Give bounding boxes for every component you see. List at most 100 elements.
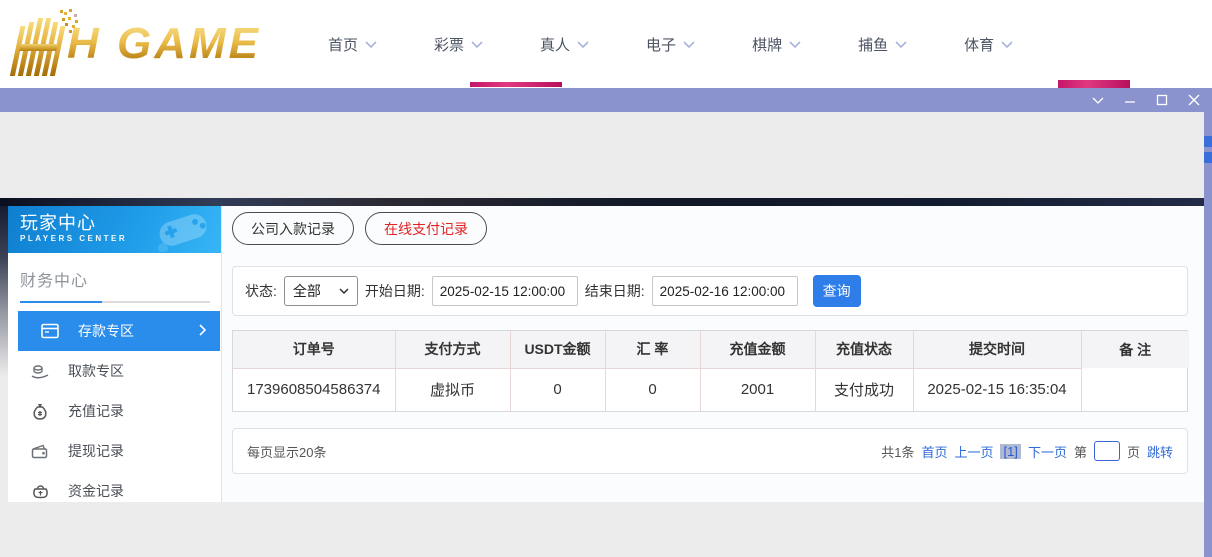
window-right-border	[1204, 112, 1212, 557]
chevron-down-icon	[1001, 40, 1013, 48]
chevron-down-icon	[339, 288, 349, 294]
obscured-page-fragment	[1204, 136, 1212, 147]
window-empty-area	[0, 502, 1212, 557]
start-date-input[interactable]	[431, 276, 578, 306]
logo-stylized-h	[9, 18, 67, 76]
records-main-panel: 公司入款记录 在线支付记录 状态: 全部 开始日期: 结束日期: 查询	[222, 206, 1204, 502]
window-maximize-icon[interactable]	[1155, 94, 1168, 107]
prev-page-link[interactable]: 上一页	[954, 442, 993, 461]
nav-item-lottery[interactable]: 彩票	[434, 34, 483, 55]
chevron-down-icon	[471, 40, 483, 48]
pagination-bar: 每页显示20条 共1条 首页 上一页 [1] 下一页 第 页 跳转	[232, 428, 1188, 474]
cell-usdt-amount: 0	[510, 368, 606, 411]
sidebar-item-withdrawal-records[interactable]: 提现记录	[8, 431, 221, 471]
content-top-dark-edge	[0, 198, 1204, 206]
jump-page-input[interactable]	[1093, 441, 1120, 461]
chevron-down-icon	[895, 40, 907, 48]
nav-item-live[interactable]: 真人	[540, 34, 589, 55]
table-header-row: 订单号 支付方式 USDT金额 汇 率 充值金额 充值状态 提交时间 备 注	[233, 331, 1189, 369]
tab-online-payment-records[interactable]: 在线支付记录	[365, 212, 487, 245]
sidebar-menu: 存款专区 取款专区 充值记录 提现记录 资金记录	[8, 311, 221, 511]
col-recharge-amount: 充值金额	[700, 331, 816, 369]
pager-controls: 共1条 首页 上一页 [1] 下一页 第 页 跳转	[881, 441, 1173, 461]
sidebar-item-label: 存款专区	[78, 323, 134, 339]
current-page-indicator: [1]	[1000, 443, 1021, 459]
left-dark-gradient-edge	[0, 206, 8, 376]
col-recharge-status: 充值状态	[815, 331, 914, 369]
status-select[interactable]: 全部	[283, 276, 358, 306]
sidebar-item-recharge-records[interactable]: 充值记录	[8, 391, 221, 431]
nav-item-sports[interactable]: 体育	[964, 34, 1013, 55]
col-submit-time: 提交时间	[913, 331, 1082, 369]
start-date-label: 开始日期:	[364, 283, 425, 299]
sidebar-item-label: 充值记录	[68, 403, 124, 419]
site-header: H GAME 首页 彩票 真人 电子 棋牌 捕鱼 体育	[0, 0, 1212, 88]
page-size-text: 每页显示20条	[247, 444, 327, 460]
window-collapse-icon[interactable]	[1091, 94, 1104, 107]
purse-icon	[30, 483, 50, 499]
sidebar-item-deposit-zone[interactable]: 存款专区	[18, 311, 220, 351]
chevron-down-icon	[789, 40, 801, 48]
status-label: 状态:	[245, 283, 277, 299]
sidebar-item-label: 取款专区	[68, 363, 124, 379]
window-titlebar	[0, 88, 1212, 112]
cell-recharge-amount: 2001	[700, 368, 816, 411]
col-order-no: 订单号	[233, 331, 396, 369]
deposit-card-icon	[40, 323, 60, 339]
tab-company-deposit-records[interactable]: 公司入款记录	[232, 212, 354, 245]
table-row: 1739608504586374 虚拟币 0 0 2001 支付成功 2025-…	[233, 368, 1189, 411]
col-remark: 备 注	[1081, 331, 1189, 368]
logo-text: H GAME	[67, 22, 267, 66]
nav-item-slots[interactable]: 电子	[646, 34, 695, 55]
obscured-promo-text-fragment	[470, 82, 562, 87]
player-center-panel: 玩家中心 PLAYERS CENTER 财务中心 存款专区 取款专区 充值记录 …	[8, 206, 1204, 502]
nav-item-cards[interactable]: 棋牌	[752, 34, 801, 55]
chevron-down-icon	[577, 40, 589, 48]
col-pay-method: 支付方式	[395, 331, 511, 369]
end-date-input[interactable]	[651, 276, 798, 306]
query-button[interactable]: 查询	[812, 275, 861, 307]
sidebar-header: 玩家中心 PLAYERS CENTER	[8, 206, 221, 253]
end-date-label: 结束日期:	[584, 283, 645, 299]
sidebar-item-label: 提现记录	[68, 443, 124, 459]
obscured-page-fragment	[1204, 152, 1212, 163]
total-count-text: 共1条	[881, 444, 915, 460]
window-minimize-icon[interactable]	[1123, 94, 1136, 107]
money-bag-icon	[30, 403, 50, 420]
app-window: H GAME 首页 彩票 真人 电子 棋牌 捕鱼 体育 玩家中心 PLAYERS…	[0, 0, 1212, 557]
col-exchange-rate: 汇 率	[605, 331, 701, 369]
jump-suffix-label: 页	[1126, 444, 1140, 460]
logo-sparkle-dots	[60, 10, 63, 13]
cell-submit-time: 2025-02-15 16:35:04	[913, 368, 1082, 411]
cell-remark	[1081, 368, 1189, 411]
logo[interactable]: H GAME	[9, 8, 267, 80]
nav-item-home[interactable]: 首页	[328, 34, 377, 55]
jump-prefix-label: 第	[1073, 444, 1087, 460]
cell-order-no: 1739608504586374	[233, 368, 396, 411]
sidebar-section-title: 财务中心	[20, 273, 89, 290]
cell-recharge-status: 支付成功	[815, 368, 914, 411]
chevron-down-icon	[365, 40, 377, 48]
filter-bar: 状态: 全部 开始日期: 结束日期: 查询	[232, 266, 1188, 316]
window-empty-area	[0, 112, 1212, 198]
col-usdt-amount: USDT金额	[510, 331, 606, 369]
gamepad-icon	[158, 214, 207, 252]
section-divider	[20, 301, 210, 303]
first-page-link[interactable]: 首页	[921, 442, 947, 461]
wallet-icon	[30, 444, 50, 459]
sidebar-item-withdraw-zone[interactable]: 取款专区	[8, 351, 221, 391]
nav-item-fishing[interactable]: 捕鱼	[858, 34, 907, 55]
chevron-down-icon	[683, 40, 695, 48]
records-table: 订单号 支付方式 USDT金额 汇 率 充值金额 充值状态 提交时间 备 注 1	[232, 330, 1189, 412]
obscured-promo-text-fragment	[1058, 80, 1130, 88]
window-close-icon[interactable]	[1187, 94, 1200, 107]
cell-exchange-rate: 0	[605, 368, 701, 411]
record-tabs: 公司入款记录 在线支付记录	[232, 212, 487, 245]
chevron-right-icon	[199, 324, 206, 336]
status-selected-value: 全部	[292, 283, 321, 299]
next-page-link[interactable]: 下一页	[1028, 442, 1067, 461]
main-nav: 首页 彩票 真人 电子 棋牌 捕鱼 体育	[328, 0, 1013, 88]
cell-pay-method: 虚拟币	[395, 368, 511, 411]
sidebar-item-label: 资金记录	[68, 483, 124, 499]
jump-button[interactable]: 跳转	[1147, 442, 1173, 461]
